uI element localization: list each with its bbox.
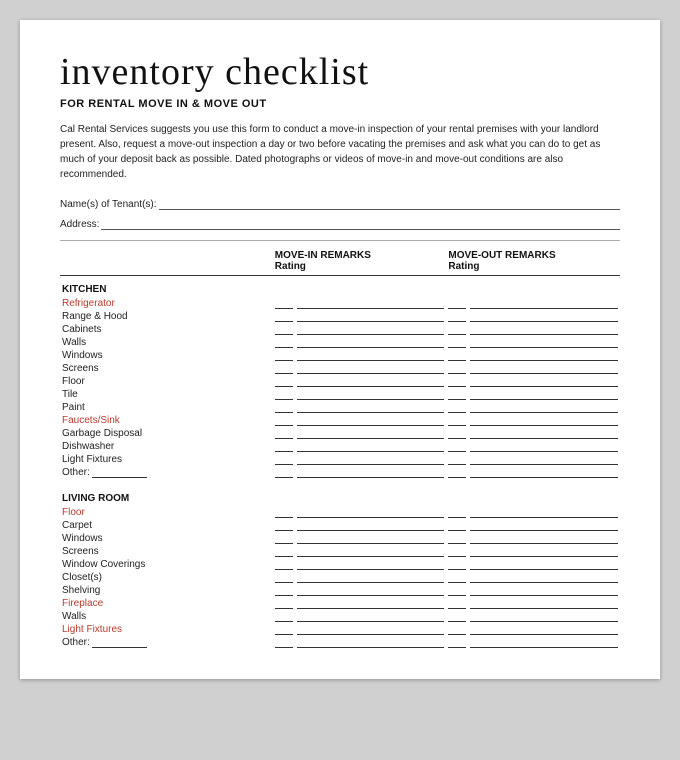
item-garbage-disposal: Garbage Disposal — [62, 428, 142, 439]
item-lr-walls: Walls — [62, 611, 86, 622]
item-dishwasher: Dishwasher — [62, 441, 114, 452]
living-room-section-header: LIVING ROOM — [60, 485, 620, 506]
page: inventory checklist FOR RENTAL MOVE IN &… — [20, 20, 660, 679]
table-row: Cabinets — [60, 323, 620, 336]
table-row: Faucets/Sink — [60, 414, 620, 427]
lr-other-row: Other: — [60, 636, 620, 649]
item-lr-screens: Screens — [62, 546, 99, 557]
table-row: Garbage Disposal — [60, 427, 620, 440]
item-cabinets: Cabinets — [62, 324, 101, 335]
table-row: Screens — [60, 545, 620, 558]
address-label: Address: — [60, 219, 99, 230]
kitchen-section-header: KITCHEN — [60, 276, 620, 298]
col-movein-header: MOVE-IN REMARKSRating — [273, 249, 447, 276]
table-header-row: MOVE-IN REMARKSRating MOVE-OUT REMARKSRa… — [60, 249, 620, 276]
item-refrigerator: Refrigerator — [62, 298, 115, 309]
item-carpet: Carpet — [62, 520, 92, 531]
main-title: inventory checklist — [60, 50, 620, 94]
table-row: Floor — [60, 375, 620, 388]
kitchen-other-row: Other: — [60, 466, 620, 479]
table-row: Floor — [60, 506, 620, 519]
subtitle: FOR RENTAL MOVE IN & MOVE OUT — [60, 98, 620, 110]
item-walls: Walls — [62, 337, 86, 348]
item-lr-windows: Windows — [62, 533, 103, 544]
table-row: Light Fixtures — [60, 453, 620, 466]
table-row: Screens — [60, 362, 620, 375]
item-light-fixtures-kitchen: Light Fixtures — [62, 454, 122, 465]
divider-1 — [60, 240, 620, 241]
tenants-field: Name(s) of Tenant(s): — [60, 196, 620, 210]
table-row: Refrigerator — [60, 297, 620, 310]
table-row: Windows — [60, 349, 620, 362]
item-closets: Closet(s) — [62, 572, 102, 583]
table-row: Window Coverings — [60, 558, 620, 571]
item-windows: Windows — [62, 350, 103, 361]
item-window-coverings: Window Coverings — [62, 559, 145, 570]
item-faucets: Faucets/Sink — [62, 415, 120, 426]
kitchen-other-label: Other: — [62, 467, 271, 478]
table-row: Walls — [60, 336, 620, 349]
table-row: Windows — [60, 532, 620, 545]
table-row: Range & Hood — [60, 310, 620, 323]
tenants-input-line[interactable] — [159, 196, 620, 210]
item-lr-floor: Floor — [62, 507, 85, 518]
item-screens: Screens — [62, 363, 99, 374]
col-moveout-header: MOVE-OUT REMARKSRating — [446, 249, 620, 276]
item-paint: Paint — [62, 402, 85, 413]
item-shelving: Shelving — [62, 585, 100, 596]
kitchen-label: KITCHEN — [60, 276, 273, 298]
checklist-table: MOVE-IN REMARKSRating MOVE-OUT REMARKSRa… — [60, 249, 620, 649]
table-row: Tile — [60, 388, 620, 401]
table-row: Walls — [60, 610, 620, 623]
table-row: Shelving — [60, 584, 620, 597]
col-item-header — [60, 249, 273, 276]
table-row: Carpet — [60, 519, 620, 532]
item-fireplace: Fireplace — [62, 598, 103, 609]
intro-text: Cal Rental Services suggests you use thi… — [60, 122, 620, 182]
item-floor: Floor — [62, 376, 85, 387]
lr-other-label: Other: — [62, 637, 271, 648]
item-lr-light-fixtures: Light Fixtures — [62, 624, 122, 635]
tenants-label: Name(s) of Tenant(s): — [60, 199, 157, 210]
address-field: Address: — [60, 216, 620, 230]
table-row: Closet(s) — [60, 571, 620, 584]
item-range-hood: Range & Hood — [62, 311, 128, 322]
table-row: Fireplace — [60, 597, 620, 610]
table-row: Paint — [60, 401, 620, 414]
table-row: Dishwasher — [60, 440, 620, 453]
living-room-label: LIVING ROOM — [60, 485, 273, 506]
item-tile: Tile — [62, 389, 78, 400]
table-row: Light Fixtures — [60, 623, 620, 636]
address-input-line[interactable] — [101, 216, 620, 230]
